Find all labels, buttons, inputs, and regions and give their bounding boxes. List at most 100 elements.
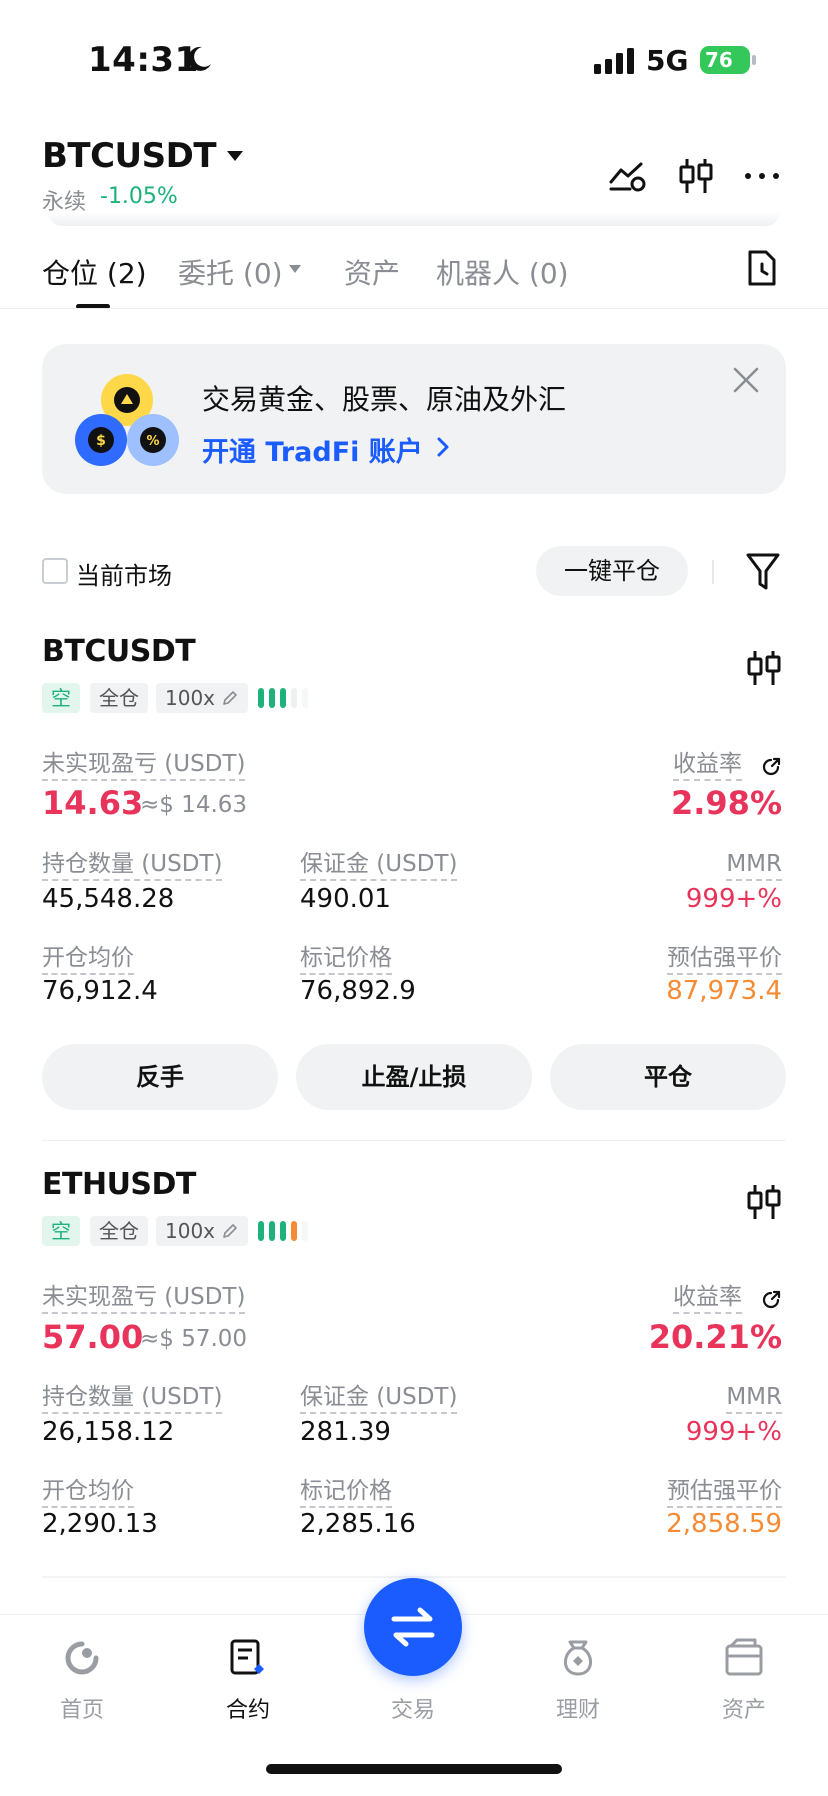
mmr-label[interactable]: MMR — [726, 850, 782, 881]
current-market-checkbox[interactable] — [42, 558, 68, 584]
reverse-button[interactable]: 反手 — [42, 1044, 278, 1110]
leverage-value: 100x — [165, 686, 216, 710]
card-divider — [42, 1140, 786, 1141]
candlestick-chart-icon[interactable] — [676, 156, 716, 196]
tpsl-button[interactable]: 止盈/止损 — [296, 1044, 532, 1110]
tab-assets[interactable]: 资产 — [344, 252, 400, 292]
roe-label[interactable]: 收益率 — [673, 1283, 742, 1314]
trade-button[interactable] — [364, 1578, 462, 1676]
mmr-value: 999+% — [685, 884, 782, 914]
liq-price-label[interactable]: 预估强平价 — [667, 1477, 782, 1508]
mark-price-label[interactable]: 标记价格 — [300, 1477, 392, 1508]
swap-icon — [391, 1607, 435, 1647]
nav-assets[interactable]: 资产 — [684, 1692, 804, 1724]
signal-icon — [594, 48, 634, 74]
tab-positions[interactable]: 仓位 (2) — [42, 252, 147, 292]
chevron-right-icon[interactable] — [436, 436, 450, 458]
unrealized-pnl-label[interactable]: 未实现盈亏 (USDT) — [42, 750, 246, 781]
banner-link[interactable]: 开通 TradFi 账户 — [202, 430, 423, 469]
margin-label[interactable]: 保证金 (USDT) — [300, 1383, 458, 1414]
home-icon[interactable] — [60, 1636, 104, 1680]
candlestick-chart-icon[interactable] — [744, 648, 784, 688]
position-size: 26,158.12 — [42, 1417, 175, 1447]
symbol-title[interactable]: BTCUSDT — [42, 136, 217, 176]
risk-level-bars — [258, 688, 308, 708]
share-icon[interactable] — [760, 756, 782, 778]
status-time: 14:31 — [88, 40, 199, 80]
leverage-tag[interactable]: 100x — [156, 1216, 248, 1246]
nav-home[interactable]: 首页 — [22, 1692, 142, 1724]
entry-price: 2,290.13 — [42, 1509, 158, 1539]
nav-earn[interactable]: 理财 — [518, 1692, 638, 1724]
close-all-button[interactable]: 一键平仓 — [536, 546, 688, 596]
tab-orders[interactable]: 委托 (0) — [178, 252, 283, 292]
roe-value: 20.21% — [648, 1318, 782, 1356]
banner-title: 交易黄金、股票、原油及外汇 — [202, 383, 567, 416]
edit-icon — [223, 691, 237, 705]
position-size-label[interactable]: 持仓数量 (USDT) — [42, 850, 223, 881]
mark-price: 2,285.16 — [300, 1509, 416, 1539]
share-icon[interactable] — [760, 1289, 782, 1311]
history-icon[interactable] — [746, 250, 778, 286]
margin-value: 281.39 — [300, 1417, 391, 1447]
tabs-divider — [0, 308, 828, 309]
leverage-value: 100x — [165, 1219, 216, 1243]
leverage-tag[interactable]: 100x — [156, 683, 248, 713]
close-position-button[interactable]: 平仓 — [550, 1044, 786, 1110]
unrealized-pnl-label[interactable]: 未实现盈亏 (USDT) — [42, 1283, 246, 1314]
tab-bots[interactable]: 机器人 (0) — [436, 252, 569, 292]
margin-mode-tag[interactable]: 全仓 — [90, 1216, 148, 1246]
margin-value: 490.01 — [300, 884, 391, 914]
liq-price: 87,973.4 — [666, 976, 782, 1006]
svg-text:$: $ — [96, 433, 106, 449]
unrealized-pnl: 14.63 — [42, 784, 144, 822]
margin-mode-tag[interactable]: 全仓 — [90, 683, 148, 713]
unrealized-pnl-usd: ≈$ 14.63 — [140, 792, 248, 818]
nav-futures[interactable]: 合约 — [188, 1692, 308, 1724]
roe-label[interactable]: 收益率 — [673, 750, 742, 781]
price-alert-icon[interactable] — [608, 156, 648, 196]
battery-level: 76 — [705, 48, 733, 72]
entry-price: 76,912.4 — [42, 976, 158, 1006]
position-symbol[interactable]: BTCUSDT — [42, 634, 196, 669]
futures-icon[interactable] — [226, 1636, 270, 1680]
risk-level-bars — [258, 1221, 308, 1241]
entry-price-label[interactable]: 开仓均价 — [42, 944, 134, 975]
caret-down-icon[interactable] — [226, 150, 244, 162]
side-tag: 空 — [42, 1216, 80, 1246]
liq-price: 2,858.59 — [666, 1509, 782, 1539]
roe-value: 2.98% — [670, 784, 782, 822]
margin-label[interactable]: 保证金 (USDT) — [300, 850, 458, 881]
tab-orders-caret-icon[interactable] — [288, 264, 302, 274]
more-icon[interactable] — [742, 156, 782, 196]
unrealized-pnl: 57.00 — [42, 1318, 144, 1356]
mmr-value: 999+% — [685, 1417, 782, 1447]
nav-trade[interactable]: 交易 — [353, 1692, 473, 1724]
side-tag: 空 — [42, 683, 80, 713]
svg-text:%: % — [146, 434, 159, 449]
candlestick-chart-icon[interactable] — [744, 1182, 784, 1222]
position-symbol[interactable]: ETHUSDT — [42, 1167, 196, 1202]
current-market-label[interactable]: 当前市场 — [76, 556, 172, 591]
unrealized-pnl-usd: ≈$ 57.00 — [140, 1326, 248, 1352]
filter-divider — [712, 560, 714, 584]
earn-icon[interactable] — [556, 1636, 600, 1680]
close-icon[interactable] — [732, 366, 760, 394]
entry-price-label[interactable]: 开仓均价 — [42, 1477, 134, 1508]
header-divider — [48, 212, 780, 226]
tradfi-assets-icon: $ % — [75, 374, 179, 466]
edit-icon — [223, 1224, 237, 1238]
moon-icon — [188, 46, 211, 71]
position-size-label[interactable]: 持仓数量 (USDT) — [42, 1383, 223, 1414]
mmr-label[interactable]: MMR — [726, 1383, 782, 1414]
mark-price: 76,892.9 — [300, 976, 416, 1006]
home-indicator[interactable] — [266, 1764, 562, 1774]
position-size: 45,548.28 — [42, 884, 175, 914]
mark-price-label[interactable]: 标记价格 — [300, 944, 392, 975]
wallet-icon[interactable] — [722, 1636, 766, 1680]
network-label: 5G — [646, 44, 689, 77]
filter-icon[interactable] — [746, 552, 780, 592]
liq-price-label[interactable]: 预估强平价 — [667, 944, 782, 975]
battery-icon: 76 — [700, 44, 758, 76]
price-change: -1.05% — [100, 184, 178, 209]
